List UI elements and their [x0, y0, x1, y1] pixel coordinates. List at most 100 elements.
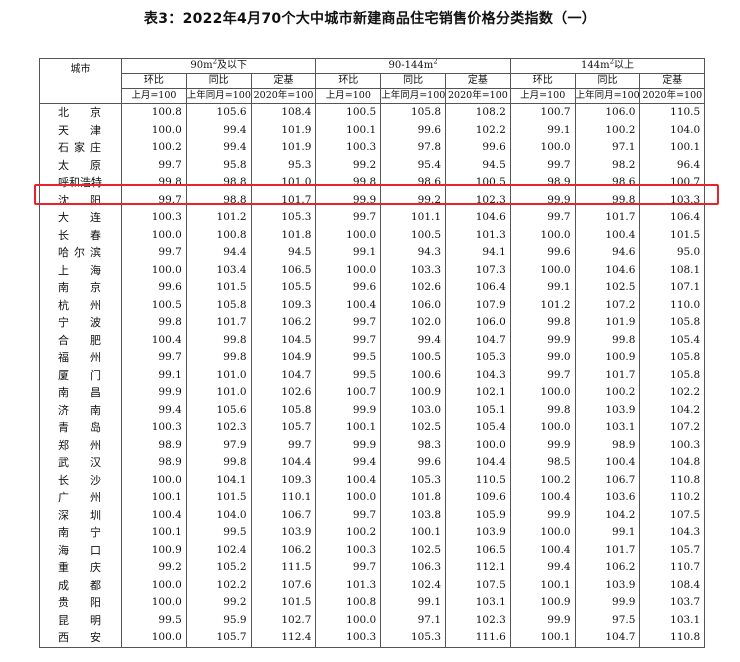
- value-cell: 101.9: [250, 139, 317, 157]
- value-cell: 99.4: [509, 559, 576, 577]
- value-cell: 99.8: [185, 454, 252, 472]
- value-cell: 103.7: [639, 594, 706, 612]
- value-cell: 100.0: [121, 471, 187, 489]
- table-row: 厦门 99.1 101.0 104.7 99.5 100.6 104.3 99.7 101.7 1…: [39, 366, 706, 384]
- base-cell: 2020年=100: [639, 88, 706, 104]
- value-cell: 99.1: [121, 366, 187, 384]
- city-column-header: 城市: [39, 58, 122, 104]
- value-cell: 101.9: [250, 121, 317, 139]
- value-cell: 109.3: [250, 471, 317, 489]
- value-cell: 99.8: [574, 331, 641, 349]
- subheader-cell: 定基: [445, 73, 511, 89]
- city-cell: 昆明: [39, 611, 122, 629]
- base-cell: 2020年=100: [250, 88, 317, 104]
- city-cell: 长春: [39, 226, 122, 244]
- value-cell: 99.7: [315, 331, 382, 349]
- value-cell: 108.4: [250, 103, 317, 122]
- subheader-cell: 定基: [639, 73, 706, 89]
- value-cell: 99.9: [509, 436, 576, 454]
- value-cell: 107.5: [445, 576, 511, 594]
- value-cell: 104.4: [250, 454, 317, 472]
- value-cell: 100.0: [445, 436, 511, 454]
- value-cell: 100.0: [121, 594, 187, 612]
- table-row: 北京 100.8 105.6 108.4 100.5 105.8 108.2 100.7 106…: [39, 103, 706, 122]
- base-cell: 上月=100: [121, 88, 187, 104]
- value-cell: 100.0: [315, 489, 382, 507]
- value-cell: 98.5: [509, 454, 576, 472]
- value-cell: 100.5: [380, 349, 447, 367]
- value-cell: 99.5: [315, 349, 382, 367]
- city-cell: 广州: [39, 489, 122, 507]
- value-cell: 101.0: [185, 384, 252, 402]
- city-cell: 长沙: [39, 471, 122, 489]
- subheader-row: 环比 同比 定基 环比 同比 定基 环比 同比 定基: [40, 73, 706, 89]
- value-cell: 99.9: [315, 436, 382, 454]
- value-cell: 95.9: [185, 611, 252, 629]
- table-row: 石家庄 100.2 99.4 101.9 100.3 97.8 99.6 100.0 97.1 1…: [39, 139, 706, 157]
- value-cell: 100.3: [315, 541, 382, 559]
- value-cell: 99.7: [250, 436, 317, 454]
- value-cell: 105.4: [639, 331, 706, 349]
- value-cell: 100.0: [121, 629, 187, 648]
- value-cell: 102.2: [639, 384, 706, 402]
- value-cell: 102.1: [445, 384, 511, 402]
- value-cell: 99.6: [121, 279, 187, 297]
- value-cell: 100.3: [121, 419, 187, 437]
- value-cell: 97.8: [380, 139, 447, 157]
- value-cell: 101.2: [185, 209, 252, 227]
- value-cell: 99.4: [121, 401, 187, 419]
- value-cell: 105.5: [250, 279, 317, 297]
- value-cell: 102.4: [185, 541, 252, 559]
- value-cell: 103.9: [574, 401, 641, 419]
- value-cell: 106.5: [250, 261, 317, 279]
- table-row: 福州 99.7 99.8 104.9 99.5 100.5 105.3 99.0 100.9 10…: [39, 349, 706, 367]
- value-cell: 107.2: [574, 296, 641, 314]
- base-cell: 上年同月=100: [574, 88, 641, 104]
- value-cell: 102.0: [380, 314, 447, 332]
- value-cell: 110.1: [250, 489, 317, 507]
- table-row: 重庆 99.2 105.2 111.5 99.7 106.3 112.1 99.4 106.2 1…: [39, 559, 706, 577]
- city-cell: 南昌: [39, 384, 122, 402]
- value-cell: 97.1: [380, 611, 447, 629]
- value-cell: 100.0: [121, 226, 187, 244]
- table-row: 武汉 98.9 99.8 104.4 99.4 99.6 104.4 98.5 100.4 104…: [39, 454, 706, 472]
- value-cell: 106.2: [574, 559, 641, 577]
- value-cell: 100.0: [509, 384, 576, 402]
- value-cell: 100.1: [380, 524, 447, 542]
- value-cell: 106.2: [250, 314, 317, 332]
- value-cell: 96.4: [639, 156, 706, 174]
- value-cell: 100.8: [185, 226, 252, 244]
- value-cell: 105.8: [185, 296, 252, 314]
- value-cell: 100.0: [315, 226, 382, 244]
- value-cell: 99.6: [380, 454, 447, 472]
- value-cell: 94.5: [445, 156, 511, 174]
- value-cell: 104.6: [445, 209, 511, 227]
- value-cell: 100.1: [315, 121, 382, 139]
- value-cell: 99.2: [121, 559, 187, 577]
- value-cell: 105.6: [185, 103, 252, 122]
- value-cell: 107.2: [639, 419, 706, 437]
- value-cell: 107.3: [445, 261, 511, 279]
- table-row: 天津 100.0 99.4 101.9 100.1 99.6 102.2 99.1 100.2 1…: [39, 121, 706, 139]
- value-cell: 98.3: [380, 436, 447, 454]
- value-cell: 100.8: [315, 594, 382, 612]
- value-cell: 102.3: [185, 419, 252, 437]
- value-cell: 99.9: [509, 331, 576, 349]
- value-cell: 100.9: [380, 384, 447, 402]
- value-cell: 99.0: [509, 349, 576, 367]
- value-cell: 110.7: [639, 559, 706, 577]
- value-cell: 100.7: [509, 103, 576, 122]
- highlight-box: [34, 184, 719, 205]
- table-row: 昆明 99.5 95.9 102.7 100.0 97.1 102.3 99.9 97.5 103…: [39, 611, 706, 629]
- value-cell: 104.3: [639, 524, 706, 542]
- subheader-cell: 同比: [380, 73, 447, 89]
- value-cell: 107.1: [639, 279, 706, 297]
- value-cell: 106.0: [445, 314, 511, 332]
- value-cell: 99.7: [509, 209, 576, 227]
- value-cell: 105.3: [250, 209, 317, 227]
- value-cell: 99.8: [121, 314, 187, 332]
- table-row: 宁波 99.8 101.7 106.2 99.7 102.0 106.0 99.8 101.9 1…: [39, 314, 706, 332]
- value-cell: 100.2: [315, 524, 382, 542]
- value-cell: 99.7: [315, 506, 382, 524]
- value-cell: 100.1: [509, 629, 576, 648]
